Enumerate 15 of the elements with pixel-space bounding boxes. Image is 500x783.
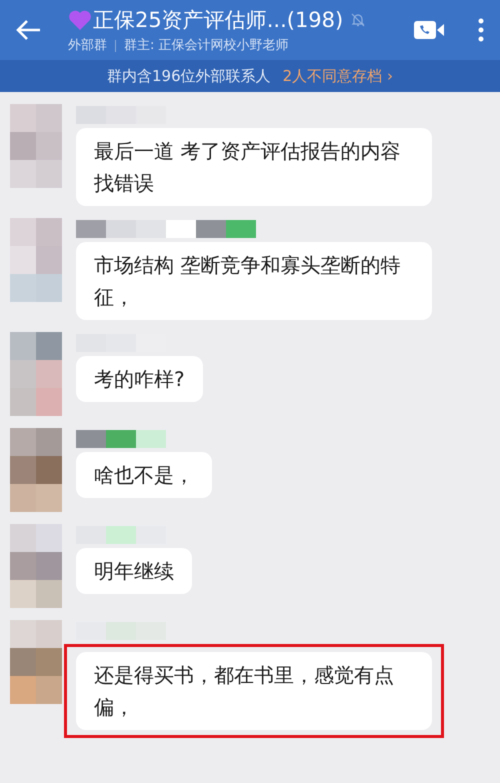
message-bubble: 啥也不是， xyxy=(76,452,212,498)
group-owner: 群主: 正保会计网校小野老师 xyxy=(124,37,289,55)
more-menu-icon[interactable] xyxy=(478,18,484,42)
message-bubble: 明年继续 xyxy=(76,548,192,594)
video-call-icon[interactable] xyxy=(414,20,446,40)
message-bubble: 最后一道 考了资产评估报告的内容找错误 xyxy=(76,128,432,206)
group-title: 正保25资产评估师...(198) xyxy=(93,6,344,34)
archive-link[interactable]: 2人不同意存档 › xyxy=(282,64,393,88)
notice-text: 群内含196位外部联系人 xyxy=(107,66,271,87)
message-bubble: 还是得买书，都在书里，感觉有点偏， xyxy=(76,652,432,730)
group-tag: 外部群 xyxy=(68,36,107,56)
back-arrow-icon[interactable] xyxy=(16,19,42,41)
message-bubble: 市场结构 垄断竞争和寡头垄断的特征， xyxy=(76,242,432,320)
message-bubble: 考的咋样? xyxy=(76,356,203,402)
heart-icon xyxy=(68,9,92,32)
